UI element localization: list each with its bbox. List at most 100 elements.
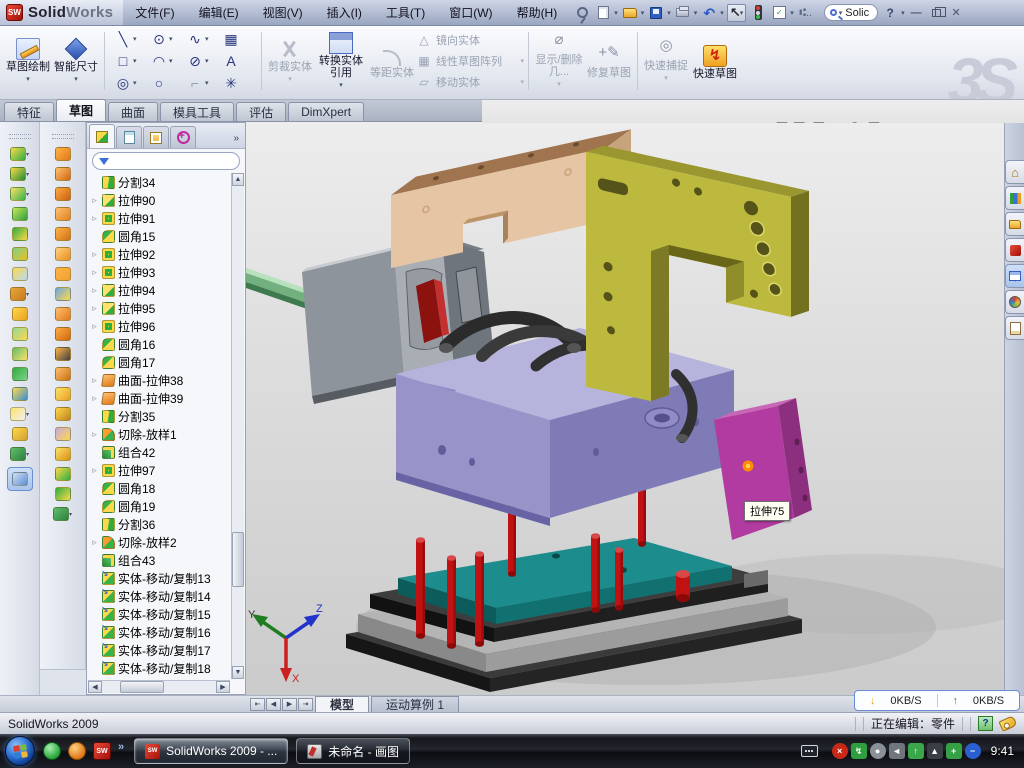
expand-icon[interactable]: ▹: [90, 267, 99, 278]
save-icon[interactable]: [647, 4, 665, 22]
tree-item[interactable]: 实体-移动/复制15: [90, 605, 245, 623]
zoom-area-icon[interactable]: ⊡: [748, 122, 760, 125]
replace-face-icon[interactable]: [55, 367, 71, 381]
tree-item[interactable]: 圆角19: [90, 497, 245, 515]
expand-icon[interactable]: ▹: [90, 249, 99, 260]
tree-item[interactable]: ▹拉伸97: [90, 461, 245, 479]
knit-surface-icon[interactable]: [55, 287, 71, 301]
expand-icon[interactable]: ▹: [90, 195, 99, 206]
doc-nav-3[interactable]: ⇥: [298, 698, 313, 711]
rebuild-traffic-light-icon[interactable]: [749, 4, 767, 22]
tab-propertymanager[interactable]: [116, 126, 142, 148]
tree-item[interactable]: ▹拉伸92: [90, 245, 245, 263]
new-document-icon[interactable]: [594, 4, 612, 22]
delete-face-icon[interactable]: [55, 347, 71, 361]
tree-item[interactable]: ▹拉伸94: [90, 281, 245, 299]
tray-volume-icon[interactable]: ◄: [889, 743, 905, 759]
tree-item[interactable]: ▹拉伸96: [90, 317, 245, 335]
rectangle-icon[interactable]: □▾: [111, 50, 147, 72]
rib-icon[interactable]: [12, 307, 28, 321]
expand-icon[interactable]: ▹: [90, 375, 99, 386]
core-curve-icon[interactable]: ▾: [53, 507, 72, 521]
open-icon[interactable]: [621, 4, 639, 22]
tooling-split-icon[interactable]: [55, 487, 71, 501]
expand-icon[interactable]: ▹: [90, 393, 99, 404]
circle-icon[interactable]: ⊙▾: [147, 28, 183, 50]
spline-icon[interactable]: ∿▾: [183, 28, 219, 50]
tab-featuremanager[interactable]: [89, 124, 115, 148]
expand-icon[interactable]: ▹: [90, 321, 99, 332]
close-button[interactable]: ✕: [948, 5, 965, 20]
doc-nav-1[interactable]: ◀: [266, 698, 281, 711]
quicklaunch-more-chevron[interactable]: »: [118, 741, 124, 753]
tray-shield-plus-icon[interactable]: +: [946, 743, 962, 759]
section-view-icon[interactable]: ◫: [775, 122, 788, 125]
tree-item[interactable]: 组合42: [90, 443, 245, 461]
tab-model[interactable]: 模型: [315, 696, 369, 712]
expand-icon[interactable]: ▹: [90, 429, 99, 440]
tree-item[interactable]: 圆角16: [90, 335, 245, 353]
taskpane-tab-design-library[interactable]: [1005, 186, 1024, 210]
quicklaunch-solidworks-icon[interactable]: SW: [93, 742, 111, 760]
hide-show-items-icon[interactable]: ∞▾: [832, 122, 845, 124]
tray-update-clock-icon[interactable]: ●: [870, 743, 886, 759]
tree-item[interactable]: 实体-移动/复制18: [90, 659, 245, 677]
tray-antivirus-alert-icon[interactable]: ×: [832, 743, 848, 759]
taskpane-tab-toolbox[interactable]: [1005, 238, 1024, 262]
expand-icon[interactable]: ▹: [90, 537, 99, 548]
tree-item[interactable]: 圆角18: [90, 479, 245, 497]
sketch-button[interactable]: 草图绘制▾: [4, 36, 52, 86]
swept-surface-icon[interactable]: [55, 147, 71, 161]
smart-dimension-button[interactable]: 智能尺寸▾: [52, 36, 100, 86]
tree-item[interactable]: 分割36: [90, 515, 245, 533]
zoom-fit-icon[interactable]: ⊕: [732, 122, 744, 125]
linear-pattern-icon[interactable]: ▾: [10, 287, 29, 301]
tab-dimxpertmanager[interactable]: [170, 126, 196, 148]
options-icon[interactable]: ⑆..: [797, 4, 815, 22]
chamfer-icon[interactable]: [12, 207, 28, 221]
scroll-right-icon[interactable]: ▶: [216, 681, 230, 693]
tree-item[interactable]: ▹拉伸95: [90, 299, 245, 317]
help-icon[interactable]: ?: [881, 4, 899, 22]
rapid-sketch-button[interactable]: ↯ 快速草图: [690, 43, 740, 80]
revolved-surface-icon[interactable]: [55, 167, 71, 181]
restore-button[interactable]: [928, 5, 945, 20]
extruded-cut-icon[interactable]: ▾: [10, 167, 29, 181]
tree-item[interactable]: 实体-移动/复制13: [90, 569, 245, 587]
tree-item[interactable]: 圆角15: [90, 227, 245, 245]
taskbar-window-solidworks[interactable]: SWSolidWorks 2009 - ...: [134, 738, 288, 764]
tree-item[interactable]: ▹拉伸91: [90, 209, 245, 227]
tree-vertical-scrollbar[interactable]: ▲ ▼: [231, 173, 244, 679]
input-method-keyboard-icon[interactable]: [801, 745, 818, 757]
design-checker-icon[interactable]: ✓: [770, 4, 788, 22]
taskbar-clock[interactable]: 9:41: [991, 744, 1014, 758]
lofted-surface-icon[interactable]: [55, 207, 71, 221]
tree-item[interactable]: ▹切除-放样1: [90, 425, 245, 443]
text-icon[interactable]: A: [219, 50, 255, 72]
slot-icon[interactable]: ◎▾: [111, 72, 147, 94]
parting-surface-icon[interactable]: [55, 447, 71, 461]
tree-item[interactable]: ▹拉伸90: [90, 191, 245, 209]
taskpane-tab-appearances-scenes[interactable]: [1005, 290, 1024, 314]
taskpane-tab-solidworks-resources-home[interactable]: ⌂: [1005, 160, 1024, 184]
point-icon[interactable]: ✳: [219, 72, 255, 94]
boundary-surface-icon[interactable]: [55, 227, 71, 241]
fillet-icon[interactable]: ▾: [10, 187, 29, 201]
menu-插入(I)[interactable]: 插入(I): [315, 0, 374, 25]
expand-icon[interactable]: ▹: [90, 285, 99, 296]
display-style-icon[interactable]: ◧▾: [812, 122, 828, 125]
convert-entities-button[interactable]: 转换实体引用▾: [314, 30, 368, 92]
arc-icon[interactable]: ◠▾: [147, 50, 183, 72]
shut-off-surface-icon[interactable]: [55, 467, 71, 481]
doc-nav-2[interactable]: ▶: [282, 698, 297, 711]
search-input[interactable]: Solic: [845, 7, 869, 19]
extruded-boss-icon[interactable]: ▾: [10, 147, 29, 161]
tray-shield-power-icon[interactable]: ↯: [851, 743, 867, 759]
mirror-feature-icon[interactable]: [12, 327, 28, 341]
tree-item[interactable]: 圆角17: [90, 353, 245, 371]
tray-network-warning-icon[interactable]: ▲: [927, 743, 943, 759]
dome-icon[interactable]: [12, 367, 28, 381]
search-box[interactable]: ▾ Solic: [824, 4, 878, 21]
selection-box-icon[interactable]: ▦: [219, 28, 255, 50]
print-icon[interactable]: [674, 4, 692, 22]
